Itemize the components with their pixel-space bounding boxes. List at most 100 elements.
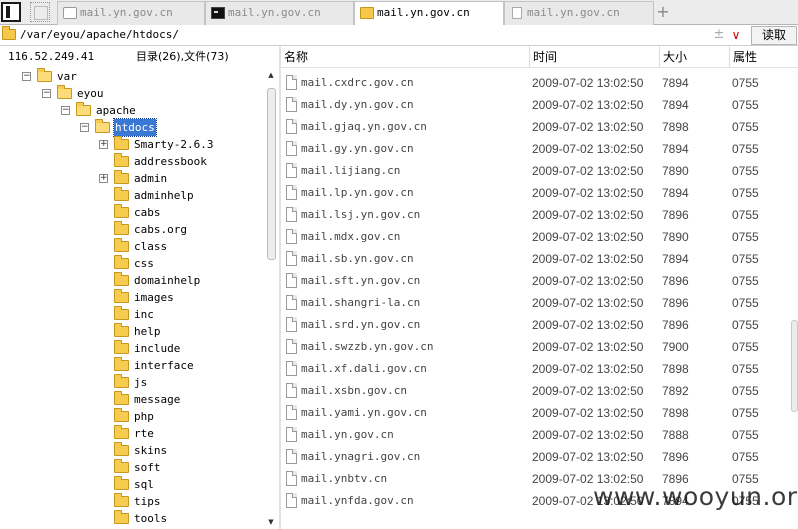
file-row[interactable]: mail.swzzb.yn.gov.cn 2009-07-02 13:02:50 7… (281, 336, 786, 358)
tree-node[interactable]: cabs.org (99, 221, 260, 238)
tree-node[interactable]: help (99, 323, 260, 340)
tree-node[interactable]: − htdocs (80, 118, 260, 137)
tree-scrollbar[interactable]: ▲ ▼ (264, 68, 278, 529)
file-size: 7894 (662, 142, 689, 156)
path-input[interactable] (20, 26, 708, 44)
file-row[interactable]: mail.xf.dali.gov.cn 2009-07-02 13:02:50 78… (281, 358, 786, 380)
tree-node[interactable]: − eyou (42, 85, 260, 102)
file-size: 7898 (662, 362, 689, 376)
tree-node[interactable]: php (99, 408, 260, 425)
column-name[interactable]: 名称 (281, 46, 529, 68)
file-row[interactable]: mail.gy.yn.gov.cn 2009-07-02 13:02:50 7894… (281, 138, 786, 160)
tree-node[interactable]: interface (99, 357, 260, 374)
tree-node[interactable]: class (99, 238, 260, 255)
tab-site-terminal[interactable]: mail.yn.gov.cn (205, 1, 354, 25)
tree-node[interactable]: tips (99, 493, 260, 510)
file-attr: 0755 (732, 98, 759, 112)
folder-icon (114, 459, 129, 473)
file-icon (286, 493, 297, 508)
file-icon (286, 361, 297, 376)
file-icon (286, 119, 297, 134)
file-row[interactable]: mail.yami.yn.gov.cn 2009-07-02 13:02:50 78… (281, 402, 786, 424)
tree-node[interactable]: sql (99, 476, 260, 493)
tree-node[interactable]: css (99, 255, 260, 272)
tree-node[interactable]: images (99, 289, 260, 306)
folder-icon (114, 136, 129, 150)
file-row[interactable]: mail.shangri-la.cn 2009-07-02 13:02:50 789… (281, 292, 786, 314)
new-window-button[interactable] (30, 2, 50, 22)
pin-icon[interactable]: ± (712, 26, 726, 44)
file-name: mail.cxdrc.gov.cn (301, 76, 414, 89)
collapse-icon[interactable]: − (42, 89, 51, 98)
file-row[interactable]: mail.dy.yn.gov.cn 2009-07-02 13:02:50 7894… (281, 94, 786, 116)
tree-node-label: interface (134, 359, 194, 372)
tree-node[interactable]: skins (99, 442, 260, 459)
folder-icon (114, 374, 129, 388)
tab-site-files[interactable]: mail.yn.gov.cn (354, 1, 504, 26)
file-row[interactable]: mail.srd.yn.gov.cn 2009-07-02 13:02:50 789… (281, 314, 786, 336)
tab-site-page[interactable]: mail.yn.gov.cn (57, 1, 205, 25)
file-name: mail.lsj.yn.gov.cn (301, 208, 421, 221)
read-button[interactable]: 读取 (751, 26, 797, 45)
file-icon (286, 229, 297, 244)
column-time[interactable]: 时间 (529, 46, 659, 68)
tab-site-document[interactable]: mail.yn.gov.cn (504, 1, 654, 25)
file-row[interactable]: mail.sft.yn.gov.cn 2009-07-02 13:02:50 789… (281, 270, 786, 292)
file-icon (286, 75, 297, 90)
file-name: mail.dy.yn.gov.cn (301, 98, 414, 111)
column-attr[interactable]: 属性 (729, 46, 798, 68)
file-name: mail.mdx.gov.cn (301, 230, 401, 243)
file-attr: 0755 (732, 208, 759, 222)
folder-icon (114, 408, 129, 422)
file-row[interactable]: mail.gjaq.yn.gov.cn 2009-07-02 13:02:50 78… (281, 116, 786, 138)
file-attr: 0755 (732, 318, 759, 332)
file-row[interactable]: mail.yn.gov.cn 2009-07-02 13:02:50 7888 075… (281, 424, 786, 446)
folder-icon (114, 357, 129, 371)
file-row[interactable]: mail.lsj.yn.gov.cn 2009-07-02 13:02:50 789… (281, 204, 786, 226)
collapse-icon[interactable]: − (22, 72, 31, 81)
add-tab-button[interactable]: + (656, 2, 670, 22)
folder-icon (114, 289, 129, 303)
folder-icon (114, 204, 129, 218)
file-row[interactable]: mail.xsbn.gov.cn 2009-07-02 13:02:50 7892 0… (281, 380, 786, 402)
file-row[interactable]: mail.mdx.gov.cn 2009-07-02 13:02:50 7890 07… (281, 226, 786, 248)
tree-node[interactable]: tools (99, 510, 260, 527)
expand-icon[interactable]: + (99, 140, 108, 149)
file-list-scrollbar[interactable] (791, 320, 798, 412)
file-row[interactable]: mail.sb.yn.gov.cn 2009-07-02 13:02:50 7894… (281, 248, 786, 270)
file-row[interactable]: mail.cxdrc.gov.cn 2009-07-02 13:02:50 7894… (281, 72, 786, 94)
tree-node[interactable]: + admin (99, 170, 260, 187)
panel-toggle-button[interactable] (1, 2, 21, 22)
tree-node[interactable]: − apache (61, 102, 260, 119)
file-size: 7894 (662, 76, 689, 90)
tree-node[interactable]: domainhelp (99, 272, 260, 289)
expand-icon[interactable]: + (99, 174, 108, 183)
tree-node[interactable]: + Smarty-2.6.3 (99, 136, 260, 153)
collapse-icon[interactable]: − (80, 123, 89, 132)
tree-node[interactable]: soft (99, 459, 260, 476)
file-row[interactable]: mail.lp.yn.gov.cn 2009-07-02 13:02:50 7894… (281, 182, 786, 204)
tree-node[interactable]: include (99, 340, 260, 357)
tree-node[interactable]: adminhelp (99, 187, 260, 204)
scroll-thumb[interactable] (267, 88, 276, 260)
file-row[interactable]: mail.ynagri.gov.cn 2009-07-02 13:02:50 789… (281, 446, 786, 468)
scroll-down-icon[interactable]: ▼ (264, 515, 278, 529)
tree-node[interactable]: inc (99, 306, 260, 323)
file-row[interactable]: mail.lijiang.cn 2009-07-02 13:02:50 7890 07… (281, 160, 786, 182)
file-size: 7890 (662, 230, 689, 244)
tree-node[interactable]: − var (22, 68, 260, 85)
tree-node[interactable]: addressbook (99, 153, 260, 170)
scroll-up-icon[interactable]: ▲ (264, 68, 278, 82)
tree-node[interactable]: cabs (99, 204, 260, 221)
tab-label: mail.yn.gov.cn (527, 6, 620, 19)
file-name: mail.sft.yn.gov.cn (301, 274, 421, 287)
file-time: 2009-07-02 13:02:50 (532, 76, 644, 90)
tree-node[interactable]: rte (99, 425, 260, 442)
tree-node-label: apache (96, 104, 136, 117)
collapse-icon[interactable]: − (61, 106, 70, 115)
column-size[interactable]: 大小 (659, 46, 729, 68)
tree-node[interactable]: message (99, 391, 260, 408)
tree-node[interactable]: js (99, 374, 260, 391)
file-icon (286, 141, 297, 156)
chevron-down-icon[interactable]: ∨ (729, 26, 743, 44)
